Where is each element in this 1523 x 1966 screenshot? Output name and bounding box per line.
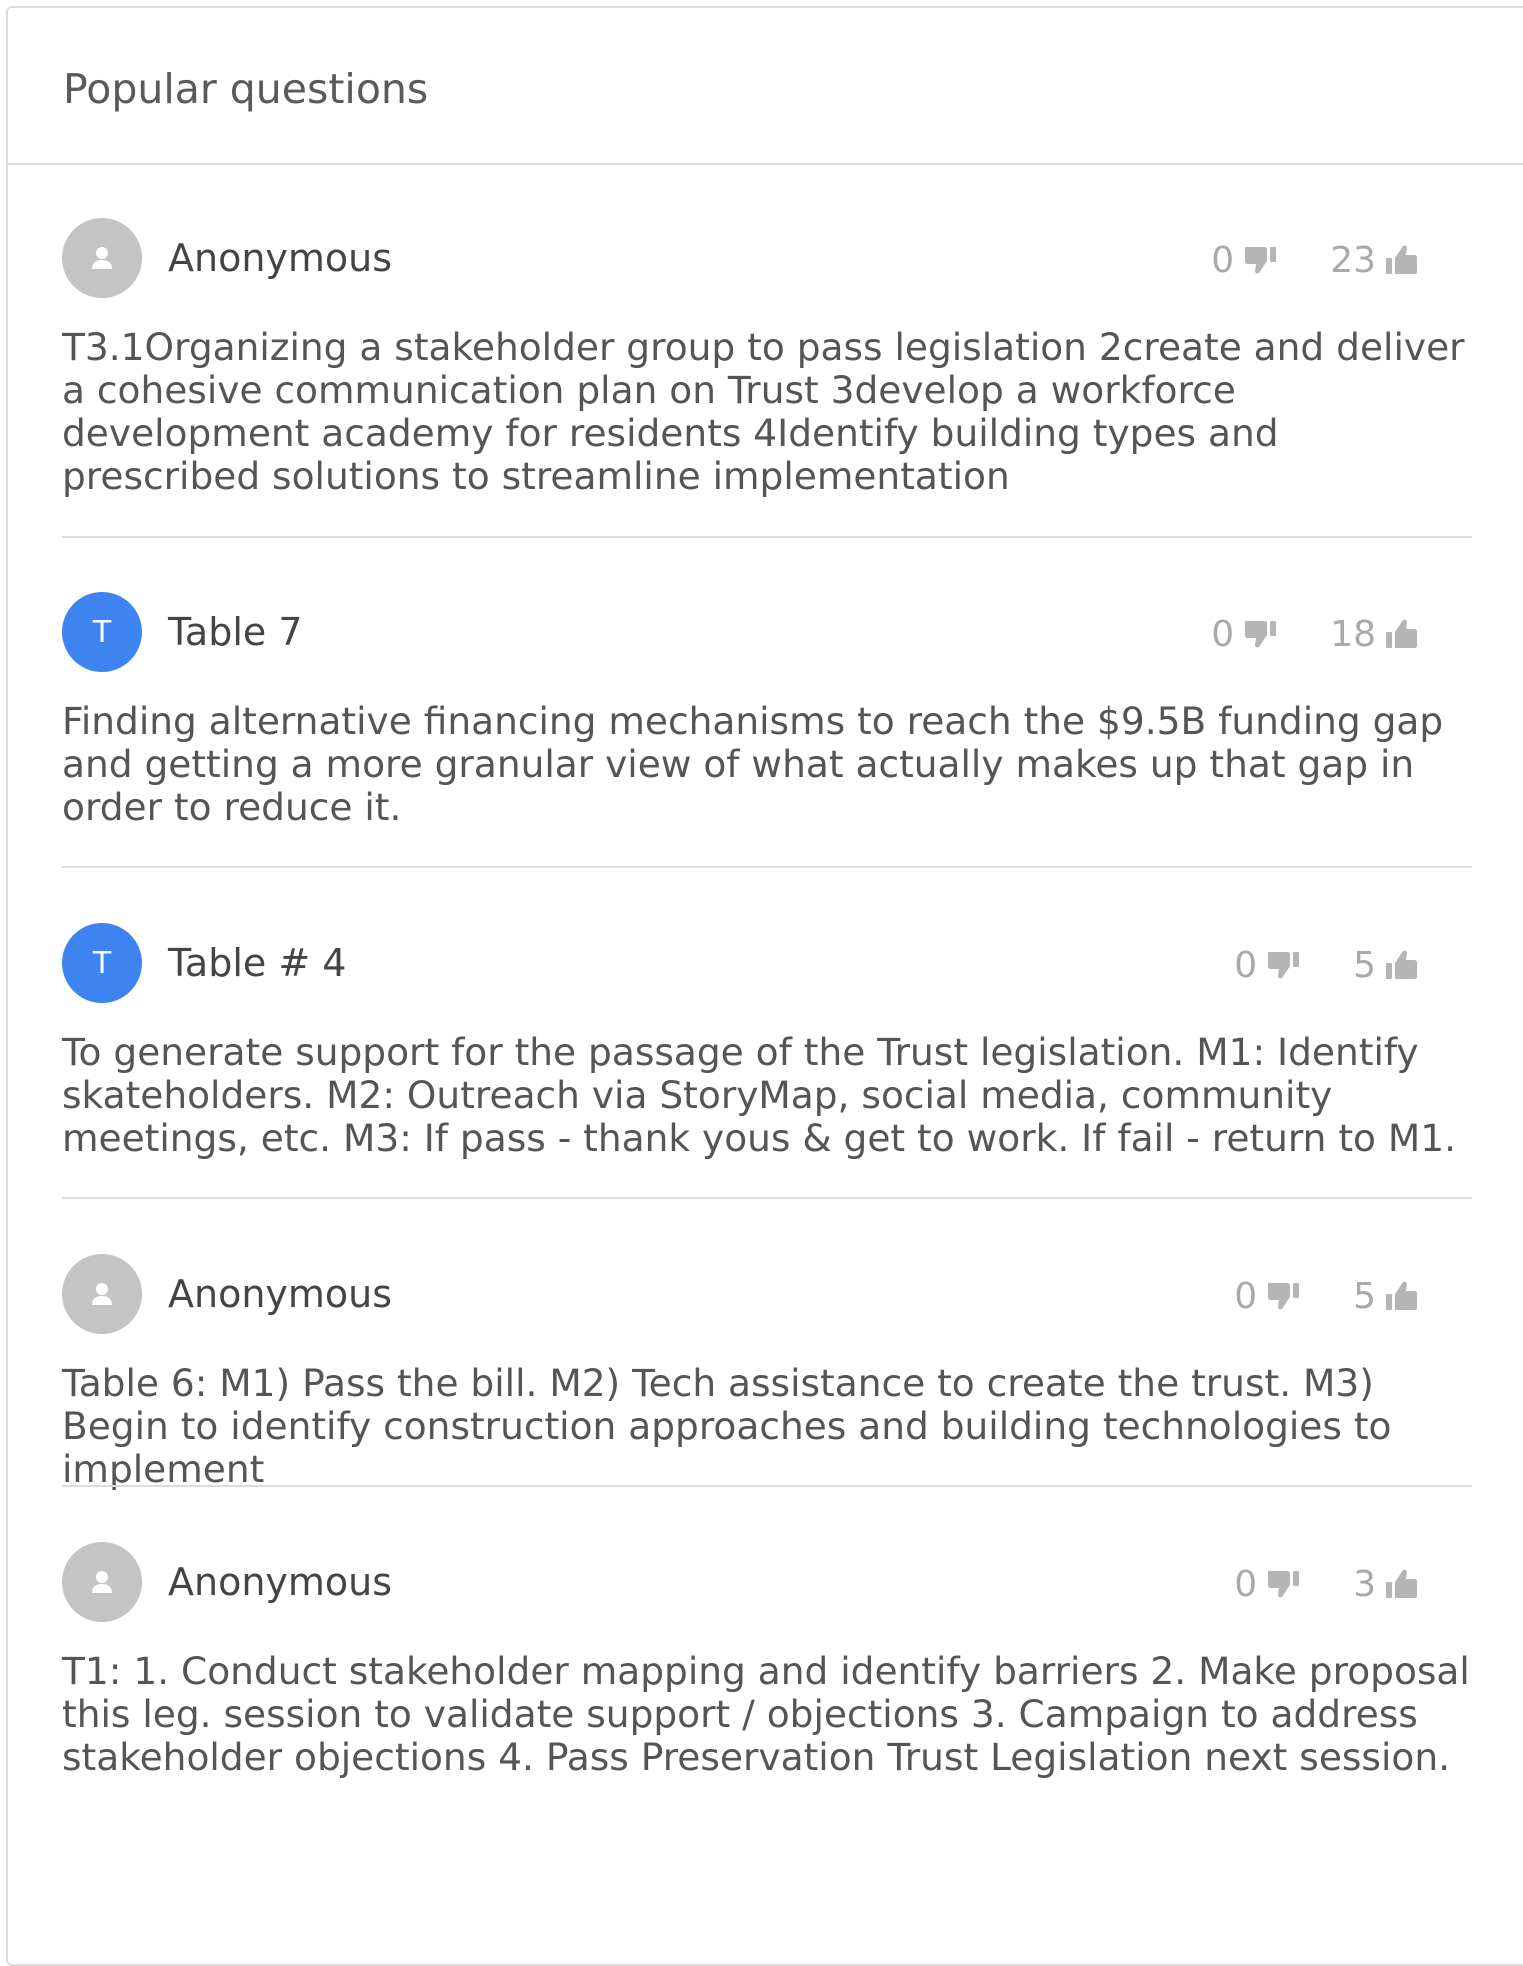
author-name: Anonymous bbox=[168, 236, 393, 280]
dislike-button[interactable] bbox=[1265, 948, 1301, 982]
like-button[interactable]: 5 bbox=[1353, 1276, 1420, 1317]
vote-controls: 0 5 bbox=[1234, 1272, 1420, 1320]
dislike-button[interactable] bbox=[1242, 617, 1278, 651]
vote-controls: 0 5 bbox=[1234, 941, 1420, 989]
like-count: 5 bbox=[1353, 944, 1376, 986]
divider bbox=[62, 536, 1472, 538]
thumbs-down-icon bbox=[1268, 1283, 1300, 1310]
author-name: Anonymous bbox=[168, 1272, 393, 1316]
vote-controls: 0 23 bbox=[1211, 236, 1420, 284]
divider bbox=[62, 1485, 1472, 1487]
like-button[interactable]: 23 bbox=[1330, 240, 1420, 281]
panel-title: Popular questions bbox=[63, 65, 429, 113]
question-text: To generate support for the passage of t… bbox=[62, 1030, 1457, 1160]
like-count: 5 bbox=[1353, 1275, 1376, 1317]
question-item: Anonymous 0 23 T3.1Organizing a stakehol… bbox=[62, 218, 1472, 498]
question-item: T Table 7 0 18 Finding alternative finan… bbox=[62, 592, 1472, 829]
thumbs-up-icon bbox=[1386, 1281, 1417, 1310]
question-text: T3.1Organizing a stakeholder group to pa… bbox=[62, 325, 1465, 498]
author-name: Table 7 bbox=[168, 610, 303, 654]
dislike-button[interactable] bbox=[1265, 1279, 1301, 1313]
author-name: Anonymous bbox=[168, 1560, 393, 1604]
like-count: 3 bbox=[1353, 1563, 1376, 1605]
person-icon bbox=[92, 247, 112, 269]
question-text: Table 6: M1) Pass the bill. M2) Tech ass… bbox=[62, 1361, 1392, 1491]
panel-header: Popular questions bbox=[8, 8, 1523, 165]
dislike-count: 0 bbox=[1211, 239, 1235, 281]
thumbs-up-icon bbox=[1386, 619, 1417, 648]
question-header: Anonymous 0 5 bbox=[62, 1254, 1472, 1334]
thumbs-down-icon bbox=[1245, 621, 1277, 648]
person-icon bbox=[92, 1283, 112, 1305]
thumbs-up-icon bbox=[1386, 1569, 1417, 1598]
divider bbox=[62, 866, 1472, 868]
thumbs-down-icon bbox=[1245, 247, 1277, 274]
avatar bbox=[62, 1542, 142, 1622]
vote-controls: 0 18 bbox=[1211, 610, 1420, 658]
question-header: Anonymous 0 3 bbox=[62, 1542, 1472, 1622]
author-name: Table # 4 bbox=[168, 941, 347, 985]
dislike-count: 0 bbox=[1234, 1275, 1258, 1317]
avatar bbox=[62, 218, 142, 298]
avatar bbox=[62, 1254, 142, 1334]
question-header: T Table 7 0 18 bbox=[62, 592, 1472, 672]
like-button[interactable]: 3 bbox=[1353, 1564, 1420, 1605]
avatar: T bbox=[62, 923, 142, 1003]
divider bbox=[62, 1197, 1472, 1199]
question-item: Anonymous 0 3 T1: 1. Conduct stakeholder… bbox=[62, 1542, 1472, 1779]
thumbs-down-icon bbox=[1268, 1571, 1300, 1598]
question-text: T1: 1. Conduct stakeholder mapping and i… bbox=[62, 1649, 1470, 1779]
thumbs-up-icon bbox=[1386, 950, 1417, 979]
thumbs-up-icon bbox=[1386, 245, 1417, 274]
thumbs-down-icon bbox=[1268, 952, 1300, 979]
question-header: T Table # 4 0 5 bbox=[62, 923, 1472, 1003]
dislike-count: 0 bbox=[1234, 1563, 1258, 1605]
avatar: T bbox=[62, 592, 142, 672]
question-item: Anonymous 0 5 Table 6: M1) Pass the bill… bbox=[62, 1254, 1472, 1491]
person-icon bbox=[92, 1571, 112, 1593]
like-button[interactable]: 18 bbox=[1330, 614, 1420, 655]
question-header: Anonymous 0 23 bbox=[62, 218, 1472, 298]
dislike-count: 0 bbox=[1234, 944, 1258, 986]
dislike-button[interactable] bbox=[1242, 243, 1278, 277]
like-count: 18 bbox=[1330, 613, 1376, 655]
vote-controls: 0 3 bbox=[1234, 1560, 1420, 1608]
like-button[interactable]: 5 bbox=[1353, 945, 1420, 986]
dislike-count: 0 bbox=[1211, 613, 1235, 655]
dislike-button[interactable] bbox=[1265, 1567, 1301, 1601]
question-text: Finding alternative financing mechanisms… bbox=[62, 699, 1444, 829]
like-count: 23 bbox=[1330, 239, 1376, 281]
question-item: T Table # 4 0 5 To generate support for … bbox=[62, 923, 1472, 1160]
